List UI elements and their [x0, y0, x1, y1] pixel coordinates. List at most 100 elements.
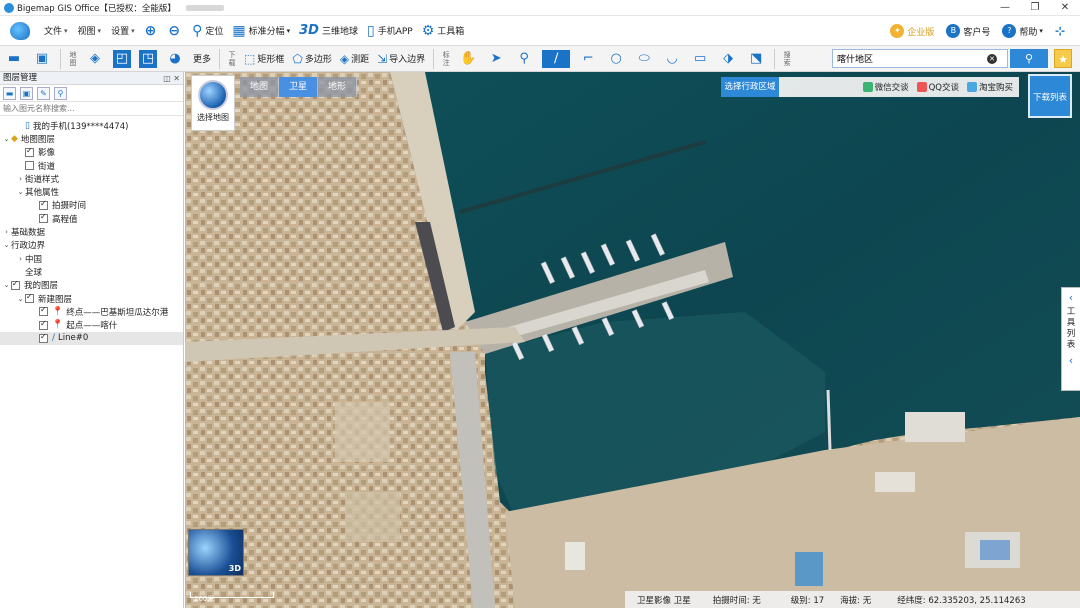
tab-terrain[interactable]: 地形 [318, 77, 357, 97]
shape-button[interactable]: ⬔ [746, 50, 766, 68]
rect-frame-button[interactable]: ⬚ 矩形框 [244, 52, 284, 66]
chevron-down-icon[interactable]: ⌄ [2, 281, 11, 289]
mobile-app-button[interactable]: ▯ 手机APP [367, 23, 413, 39]
tree-item[interactable]: 高程值 [0, 212, 183, 225]
maximize-button[interactable]: ❐ [1020, 0, 1050, 16]
tree-checkbox[interactable] [11, 279, 20, 290]
line-button[interactable]: ∕ [542, 49, 571, 68]
chevron-down-icon[interactable]: ⌄ [16, 188, 25, 196]
tree-item[interactable]: ∕Line#0 [0, 331, 183, 346]
tree-item[interactable]: ⌄ 行政边界 [0, 239, 183, 252]
tree-checkbox[interactable] [25, 292, 34, 303]
select-region-button[interactable]: 选择行政区域 [721, 77, 779, 97]
expand-button[interactable]: ⊹ [1055, 24, 1068, 38]
enterprise-button[interactable]: ✦ 企业版 [890, 24, 934, 38]
circle-button[interactable]: ○ [606, 50, 626, 68]
tree-item[interactable]: ⌄ 新建图层 [0, 292, 183, 305]
search-button[interactable]: ⚲ [1010, 49, 1048, 68]
tree-item-label: 起点——喀什 [66, 321, 118, 332]
save-icon[interactable]: ▣ [20, 86, 33, 100]
arc-button[interactable]: ◡ [662, 50, 682, 68]
tree-item[interactable]: 📍起点——喀什 [0, 318, 183, 331]
search-icon[interactable]: ⚲ [54, 86, 67, 100]
save-button[interactable]: ▣ [32, 50, 52, 68]
select-map-button[interactable]: 选择地图 [191, 75, 235, 131]
tree-checkbox[interactable] [25, 161, 34, 171]
select-button[interactable]: ➤ [486, 50, 506, 68]
tree-item[interactable]: ⌄ 其他属性 [0, 185, 183, 198]
panel-controls[interactable]: ◫ ✕ [163, 72, 180, 85]
zoom-out-button[interactable]: ⊖ [168, 23, 183, 39]
chevron-down-icon[interactable]: ⌄ [2, 241, 11, 249]
zoom-in-button[interactable]: ⊕ [145, 23, 160, 39]
standard-grid-button[interactable]: ▦ 标准分幅 ▾ [232, 23, 290, 39]
polygon-button[interactable]: ⬠ 多边形 [292, 52, 331, 66]
ellipse-button[interactable]: ⬭ [634, 50, 654, 68]
menu-file[interactable]: 文件 ▾ [44, 24, 68, 38]
tree-item[interactable]: ⌄ 我的图层 [0, 279, 183, 292]
map-tool-1-button[interactable]: ◈ [85, 50, 105, 68]
menu-settings[interactable]: 设置 ▾ [111, 24, 135, 38]
tree-item[interactable]: ▯ 我的手机(139****4474) [0, 119, 183, 132]
globe-tool-button[interactable]: ◕ [165, 50, 185, 68]
taobao-buy-button[interactable]: 淘宝购买 [966, 81, 1013, 93]
open-folder-icon[interactable]: ▬ [3, 86, 16, 100]
pan-button[interactable]: ✋ [458, 50, 478, 68]
tree-checkbox[interactable] [39, 212, 48, 224]
polyline-button[interactable]: ⌐ [578, 50, 598, 68]
help-button[interactable]: ? 帮助 ▾ [1002, 24, 1043, 38]
tab-satellite[interactable]: 卫星 [279, 77, 318, 97]
import-boundary-button[interactable]: ⇲ 导入边界 [377, 52, 425, 66]
tree-checkbox[interactable] [25, 146, 34, 157]
wechat-chat-button[interactable]: 微信交谈 [862, 81, 909, 93]
locate-button[interactable]: ⚲ 定位 [192, 23, 223, 39]
open-folder-button[interactable]: ▬ [4, 50, 24, 68]
tree-checkbox[interactable] [39, 305, 48, 317]
tree-checkbox[interactable] [39, 319, 48, 330]
minimize-button[interactable]: — [990, 0, 1020, 16]
chevron-right-icon[interactable]: › [16, 175, 25, 183]
tree-item[interactable]: 街道 [0, 159, 183, 172]
tree-item[interactable]: 影像 [0, 146, 183, 159]
toolbox-button[interactable]: ⚙ 工具箱 [422, 23, 465, 39]
tree-item-label: Line#0 [58, 333, 89, 344]
tag-button[interactable]: ⬗ [718, 50, 738, 68]
tree-item[interactable]: 📍终点——巴基斯坦瓜达尔港 [0, 305, 183, 318]
group-label-search: 搜索 [783, 50, 791, 67]
measure-button[interactable]: ◈ 测距 [340, 52, 369, 66]
3d-globe-button[interactable]: 3D 三维地球 [299, 23, 358, 38]
menu-view[interactable]: 视图 ▾ [78, 24, 102, 38]
tree-checkbox[interactable] [39, 332, 48, 343]
chevron-right-icon[interactable]: › [16, 255, 25, 263]
tree-item[interactable]: › 基础数据 [0, 225, 183, 238]
rectangle-button[interactable]: ▭ [690, 50, 710, 68]
tool-list-panel[interactable]: ‹ 工 具 列 表 ‹ [1061, 287, 1080, 391]
favorite-star-button[interactable]: ★ [1054, 49, 1072, 68]
map-view[interactable]: 选择地图 地图 卫星 地形 选择行政区域 微信交谈 QQ交谈 淘宝购买 下载列表… [185, 72, 1080, 608]
tree-item[interactable]: 全球 [0, 265, 183, 278]
minimap-globe[interactable]: 3D [188, 529, 244, 576]
chevron-right-icon[interactable]: › [2, 228, 11, 236]
qq-chat-button[interactable]: QQ交谈 [916, 81, 959, 93]
tab-map[interactable]: 地图 [240, 77, 279, 97]
close-button[interactable]: ✕ [1050, 0, 1080, 16]
edit-icon[interactable]: ✎ [37, 86, 50, 100]
layer-search-input[interactable] [3, 102, 173, 115]
map-tool-3-button[interactable]: ◳ [139, 49, 157, 68]
tree-item[interactable]: › 街道样式 [0, 172, 183, 185]
more-button[interactable]: 更多 [193, 52, 211, 65]
tool-list-char: 具 [1066, 318, 1076, 328]
tree-checkbox[interactable] [39, 199, 48, 210]
search-input[interactable] [837, 53, 987, 64]
chevron-down-icon[interactable]: ⌄ [2, 135, 11, 143]
point-button[interactable]: ⚲ [514, 50, 534, 68]
divider [60, 48, 61, 69]
map-tool-2-button[interactable]: ◰ [113, 49, 131, 68]
tree-item[interactable]: ⌄ ◆ 地图图层 [0, 132, 183, 145]
tree-item[interactable]: 拍摄时间 [0, 199, 183, 212]
download-list-button[interactable]: 下载列表 [1028, 74, 1072, 118]
chevron-down-icon[interactable]: ⌄ [16, 295, 25, 303]
tree-item[interactable]: › 中国 [0, 252, 183, 265]
clear-icon[interactable]: ✕ [987, 53, 997, 64]
customer-id-button[interactable]: B 客户号 [946, 24, 990, 38]
